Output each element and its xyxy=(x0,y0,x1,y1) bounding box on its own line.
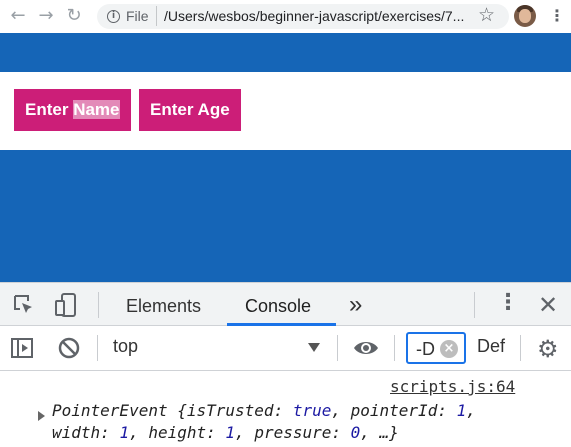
page-content: Enter Name Enter Age xyxy=(0,33,571,282)
console-toolbar: top -D × Def ⚙ xyxy=(0,326,571,371)
more-tabs-button[interactable]: » xyxy=(349,291,362,319)
gear-icon[interactable]: ⚙ xyxy=(537,335,559,363)
console-output: scripts.js:64 PointerEvent {isTrusted: t… xyxy=(0,372,571,447)
enter-age-button[interactable]: Enter Age xyxy=(139,89,241,131)
enter-name-button[interactable]: Enter Name xyxy=(14,89,131,131)
profile-avatar[interactable] xyxy=(514,5,536,27)
selected-text: Name xyxy=(73,100,120,119)
filter-value: -D xyxy=(416,339,435,359)
console-log-line-1[interactable]: PointerEvent {isTrusted: true, pointerId… xyxy=(52,401,476,420)
close-icon[interactable]: ✕ xyxy=(538,291,558,319)
tab-elements[interactable]: Elements xyxy=(126,296,201,317)
address-bar[interactable]: i File /Users/wesbos/beginner-javascript… xyxy=(97,4,509,29)
console-log-line-2: width: 1, height: 1, pressure: 0, …} xyxy=(52,423,399,442)
forward-arrow-icon[interactable]: → xyxy=(34,4,58,28)
reload-icon[interactable]: ↻ xyxy=(62,4,86,28)
url-scheme: File xyxy=(126,8,149,24)
back-arrow-icon[interactable]: ← xyxy=(6,4,30,28)
chevron-down-icon[interactable] xyxy=(308,343,320,352)
source-link[interactable]: scripts.js:64 xyxy=(390,377,515,396)
bookmark-star-icon[interactable]: ☆ xyxy=(478,3,495,27)
context-select[interactable]: top xyxy=(113,336,138,357)
device-toolbar-icon[interactable] xyxy=(53,292,79,322)
browser-menu-icon[interactable]: ⋮ xyxy=(549,4,565,28)
sidebar-toggle-icon[interactable] xyxy=(10,336,34,364)
devtools-panel: Elements Console » ⋮ ✕ top -D × Def ⚙ sc… xyxy=(0,282,571,447)
console-filter-input[interactable]: -D × xyxy=(406,332,466,364)
eye-icon[interactable] xyxy=(352,337,380,363)
devtools-menu-icon[interactable]: ⋮ xyxy=(497,290,519,315)
clear-filter-icon[interactable]: × xyxy=(440,340,458,358)
tab-console[interactable]: Console xyxy=(245,296,311,317)
log-levels-select[interactable]: Def xyxy=(477,336,505,357)
inspect-element-icon[interactable] xyxy=(12,293,36,321)
url-divider xyxy=(156,6,157,26)
url-text[interactable]: /Users/wesbos/beginner-javascript/exerci… xyxy=(164,8,464,24)
browser-toolbar: ← → ↻ i File /Users/wesbos/beginner-java… xyxy=(0,0,571,33)
info-icon[interactable]: i xyxy=(107,10,120,23)
clear-console-icon[interactable] xyxy=(57,336,81,364)
expand-triangle-icon[interactable] xyxy=(38,411,45,421)
devtools-tabbar: Elements Console » ⋮ ✕ xyxy=(0,282,571,326)
